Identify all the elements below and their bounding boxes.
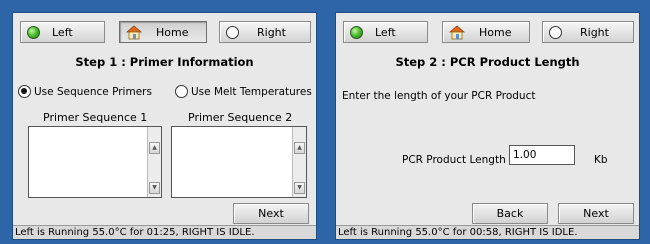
scroll-down-icon[interactable]: ▼ xyxy=(149,182,160,194)
home-icon xyxy=(449,24,465,39)
page-title: Step 1 : Primer Information xyxy=(75,55,254,69)
pcr-product-length-input[interactable]: 1.00 xyxy=(509,145,575,165)
primer-sequence-1-label: Primer Sequence 1 xyxy=(43,111,148,124)
use-sequence-primers-label: Use Sequence Primers xyxy=(34,85,152,98)
left-block-button[interactable]: Left xyxy=(343,21,428,43)
radio-icon xyxy=(226,25,239,39)
primer-sequence-1-scrollbar[interactable]: ▲ ▼ xyxy=(147,127,161,197)
next-button[interactable]: Next xyxy=(558,203,634,224)
right-block-button[interactable]: Right xyxy=(219,21,311,43)
length-unit-label: Kb xyxy=(594,154,608,166)
status-bar: Left is Running 55.0°C for 00:58, RIGHT … xyxy=(336,225,639,239)
home-button[interactable]: Home xyxy=(119,21,207,43)
green-led-icon xyxy=(350,25,363,39)
length-prompt: Enter the length of your PCR Product xyxy=(342,90,536,102)
use-melt-temperatures-radio[interactable]: Use Melt Temperatures xyxy=(175,85,312,98)
next-button[interactable]: Next xyxy=(233,203,309,224)
scroll-up-icon[interactable]: ▲ xyxy=(149,142,160,154)
radio-selected-icon xyxy=(18,85,31,98)
status-bar: Left is Running 55.0°C for 01:25, RIGHT … xyxy=(13,225,316,239)
pcr-product-length-label: PCR Product Length xyxy=(402,154,506,166)
scroll-up-icon[interactable]: ▲ xyxy=(294,142,305,154)
radio-unselected-icon xyxy=(175,85,188,98)
primer-sequence-2-label: Primer Sequence 2 xyxy=(188,111,293,124)
left-block-button[interactable]: Left xyxy=(20,21,105,43)
scroll-down-icon[interactable]: ▼ xyxy=(294,182,305,194)
use-melt-temperatures-label: Use Melt Temperatures xyxy=(191,85,312,98)
green-led-icon xyxy=(27,25,40,39)
home-label: Home xyxy=(156,25,189,39)
left-block-label: Left xyxy=(52,25,73,39)
home-label: Home xyxy=(479,25,512,39)
home-button[interactable]: Home xyxy=(442,21,530,43)
step1-screen: Left Home Right Step 1 : Primer Informat… xyxy=(12,12,317,240)
right-block-label: Right xyxy=(580,25,609,39)
right-block-label: Right xyxy=(257,25,286,39)
use-sequence-primers-radio[interactable]: Use Sequence Primers xyxy=(18,85,152,98)
page-title: Step 2 : PCR Product Length xyxy=(395,55,580,69)
right-block-button[interactable]: Right xyxy=(542,21,634,43)
back-button[interactable]: Back xyxy=(472,203,548,224)
primer-sequence-1-input[interactable]: ▲ ▼ xyxy=(28,126,162,198)
left-block-label: Left xyxy=(375,25,396,39)
primer-sequence-2-scrollbar[interactable]: ▲ ▼ xyxy=(292,127,306,197)
home-icon xyxy=(126,24,142,39)
primer-sequence-2-input[interactable]: ▲ ▼ xyxy=(171,126,307,198)
step2-screen: Left Home Right Step 2 : PCR Product Len… xyxy=(335,12,640,240)
radio-icon xyxy=(549,25,562,39)
